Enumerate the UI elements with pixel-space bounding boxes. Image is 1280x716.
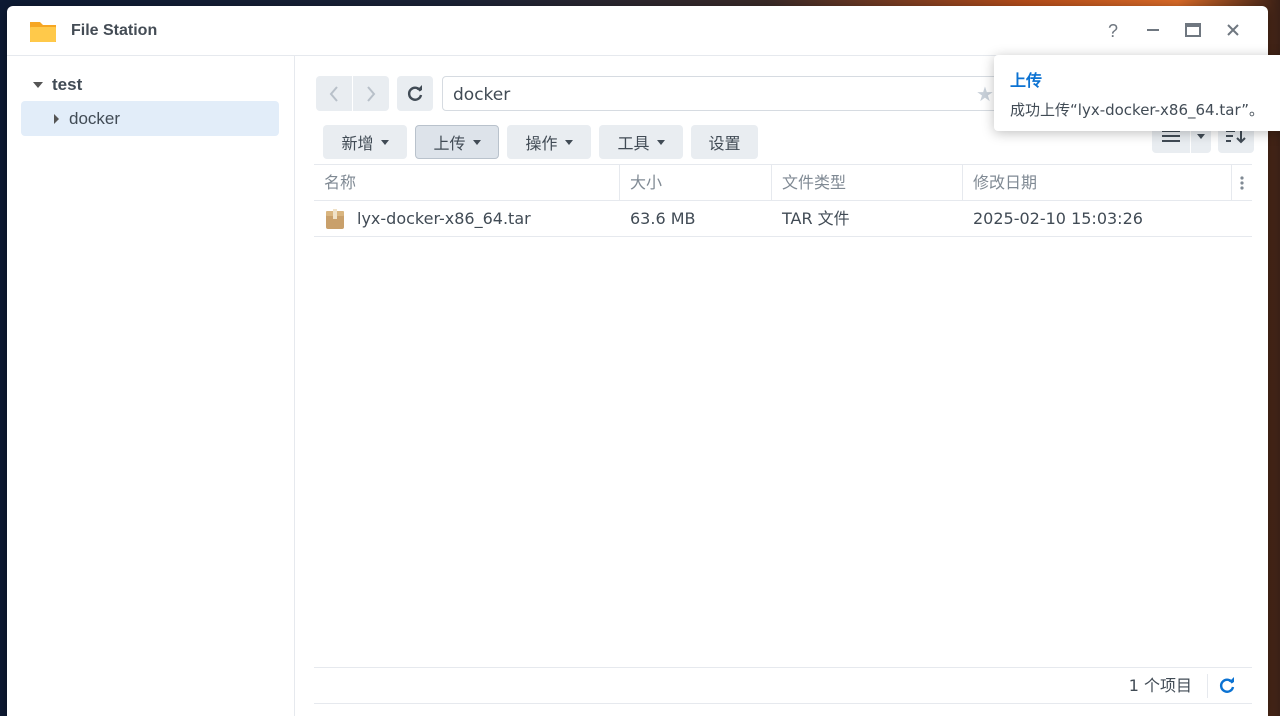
tree-item-docker[interactable]: docker [21, 101, 279, 136]
folder-icon [30, 22, 56, 42]
forward-button[interactable] [353, 76, 389, 111]
refresh-icon [407, 84, 423, 101]
settings-label: 设置 [708, 134, 741, 153]
back-button[interactable] [316, 76, 352, 111]
create-label: 新增 [341, 134, 374, 153]
dropdown-icon [656, 139, 665, 145]
tools-button[interactable]: 工具 [599, 125, 683, 159]
main-pane: docker ★ 新增 上传 操作 工具 设置 名称 大小 文件类型 修改日期 … [296, 56, 1268, 716]
forward-icon [367, 85, 376, 102]
chevron-down-icon [1197, 133, 1205, 139]
notification-message: 成功上传“lyx-docker-x86_64.tar”。 [1010, 101, 1265, 119]
close-icon[interactable] [1222, 20, 1244, 42]
file-modified: 2025-02-10 15:03:26 [973, 209, 1143, 228]
table-row[interactable]: lyx-docker-x86_64.tar 63.6 MB TAR 文件 202… [314, 201, 1252, 237]
titlebar: File Station ? [7, 6, 1268, 56]
list-view-icon [1162, 130, 1180, 142]
tree-root-test[interactable]: test [33, 74, 82, 96]
file-size: 63.6 MB [630, 209, 696, 228]
column-menu-icon[interactable] [1240, 175, 1244, 196]
create-button[interactable]: 新增 [323, 125, 407, 159]
column-header-type[interactable]: 文件类型 [772, 165, 963, 201]
back-icon [329, 85, 338, 102]
minimize-icon[interactable] [1142, 20, 1164, 42]
file-table: 名称 大小 文件类型 修改日期 lyx-docker-x86_64.tar 63… [314, 164, 1252, 237]
caret-right-icon[interactable] [54, 113, 59, 124]
upload-button[interactable]: 上传 [415, 125, 499, 159]
archive-file-icon [326, 209, 344, 229]
action-label: 操作 [525, 134, 558, 153]
tree-root-label: test [52, 75, 83, 94]
upload-notification[interactable]: 上传 成功上传“lyx-docker-x86_64.tar”。 [994, 55, 1280, 131]
window-title: File Station [71, 22, 158, 39]
path-input[interactable]: docker [442, 76, 1002, 111]
table-header: 名称 大小 文件类型 修改日期 [314, 164, 1252, 201]
help-icon[interactable]: ? [1102, 20, 1124, 42]
settings-button[interactable]: 设置 [691, 125, 758, 159]
dropdown-icon [380, 139, 389, 145]
caret-down-icon[interactable] [33, 82, 43, 88]
upload-label: 上传 [433, 134, 466, 153]
notification-title: 上传 [1010, 71, 1043, 90]
column-header-modified[interactable]: 修改日期 [963, 165, 1232, 201]
maximize-icon[interactable] [1182, 20, 1204, 42]
column-header-size[interactable]: 大小 [620, 165, 772, 201]
tree-item-label: docker [69, 108, 121, 128]
tools-label: 工具 [617, 134, 650, 153]
footer-divider [1207, 674, 1208, 698]
dropdown-icon [472, 139, 481, 145]
dropdown-icon [564, 139, 573, 145]
file-name: lyx-docker-x86_64.tar [357, 209, 531, 228]
file-type: TAR 文件 [782, 209, 850, 228]
star-icon[interactable]: ★ [976, 82, 994, 107]
refresh-button[interactable] [397, 76, 433, 111]
column-header-name[interactable]: 名称 [314, 165, 620, 201]
item-count: 1 个项目 [1128, 676, 1192, 695]
folder-tree: test docker [7, 56, 295, 716]
action-button[interactable]: 操作 [507, 125, 591, 159]
status-bar: 1 个项目 [314, 667, 1252, 704]
refresh-icon[interactable] [1218, 677, 1236, 695]
